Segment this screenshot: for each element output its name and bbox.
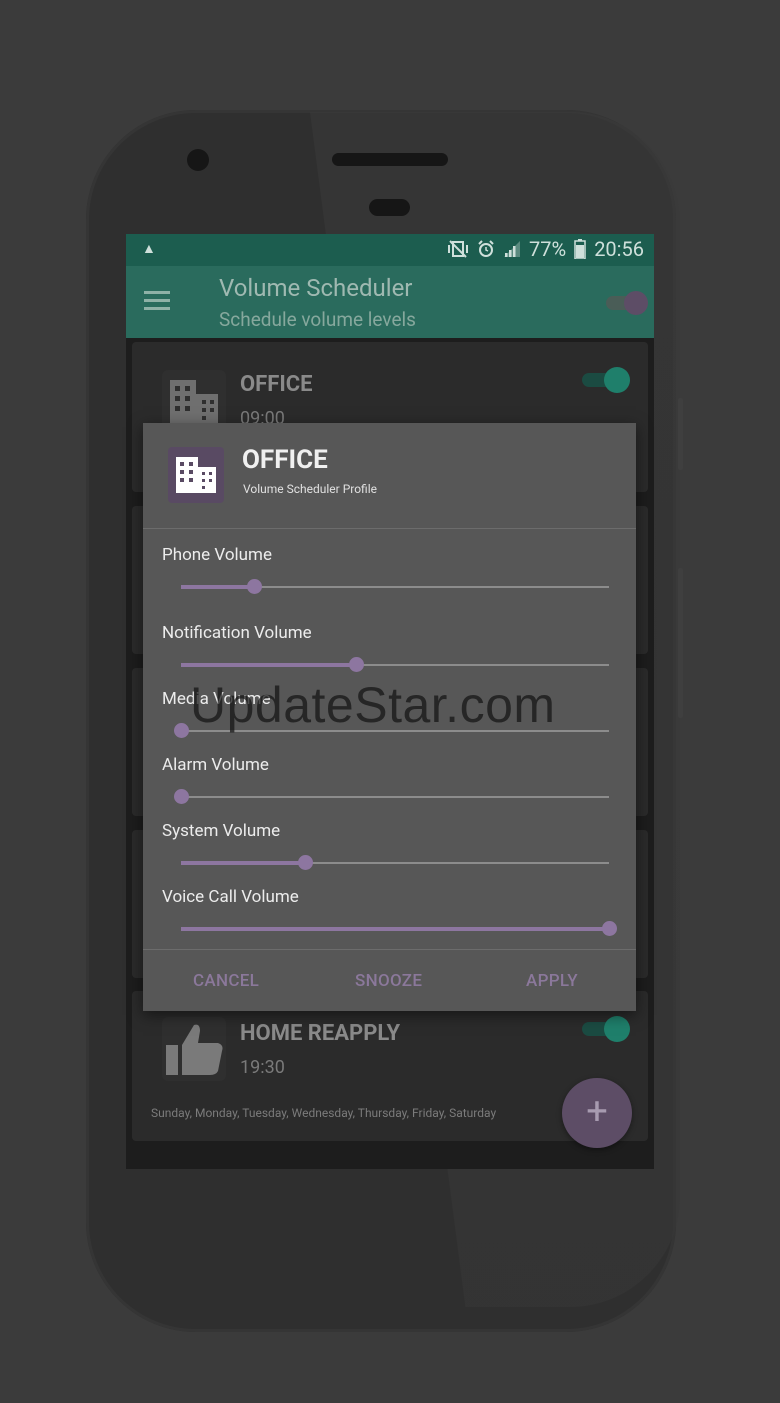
status-icons: 77% 20:56 (447, 237, 644, 261)
plus-icon: + (586, 1090, 608, 1134)
profile-name: HOME REAPPLY (240, 1021, 401, 1046)
battery-percent: 77% (529, 237, 567, 261)
dialog-title: OFFICE (242, 445, 328, 475)
app-bar: Volume Scheduler Schedule volume levels (126, 266, 654, 338)
battery-icon (574, 239, 586, 259)
system-volume-slider[interactable] (181, 855, 609, 871)
phone-volume-slider[interactable] (181, 579, 609, 595)
profile-toggle[interactable] (580, 366, 630, 394)
profile-name: OFFICE (240, 372, 313, 397)
power-button (678, 398, 683, 470)
profile-toggle[interactable] (580, 1015, 630, 1043)
watermark: UpdateStar.com (190, 677, 556, 733)
dialog-divider (143, 949, 636, 950)
thumbs-up-icon (162, 1017, 226, 1081)
add-profile-button[interactable]: + (562, 1078, 632, 1148)
clock: 20:56 (594, 237, 644, 261)
voice-call-volume-label: Voice Call Volume (162, 887, 299, 907)
apply-button[interactable]: APPLY (526, 971, 578, 991)
vibrate-mute-icon (448, 240, 469, 258)
alarm-icon (478, 240, 494, 257)
menu-icon[interactable] (144, 291, 170, 311)
snooze-button[interactable]: SNOOZE (355, 971, 422, 991)
dialog-divider (143, 528, 636, 529)
signal-icon (504, 241, 521, 257)
app-subtitle: Schedule volume levels (219, 308, 416, 331)
alarm-volume-slider[interactable] (174, 789, 609, 805)
phone-volume-label: Phone Volume (162, 545, 272, 565)
earpiece-speaker (332, 153, 448, 166)
status-bar: ▲ 77% 20:56 (126, 234, 654, 266)
notification-volume-label: Notification Volume (162, 623, 312, 643)
cancel-button[interactable]: CANCEL (193, 971, 259, 991)
proximity-sensor (369, 199, 410, 216)
volume-rocker (678, 568, 683, 718)
app-title: Volume Scheduler (219, 274, 413, 302)
profile-time: 19:30 (240, 1057, 285, 1078)
building-icon (168, 447, 224, 503)
master-toggle[interactable] (606, 291, 648, 315)
voice-call-volume-slider[interactable] (181, 921, 617, 937)
alarm-volume-label: Alarm Volume (162, 755, 269, 775)
system-volume-label: System Volume (162, 821, 281, 841)
front-camera (187, 149, 209, 171)
notification-volume-slider[interactable] (181, 657, 609, 673)
dialog-subtitle: Volume Scheduler Profile (243, 482, 377, 496)
notification-bell-icon: ▲ (142, 241, 156, 257)
profile-days: Sunday, Monday, Tuesday, Wednesday, Thur… (151, 1106, 497, 1120)
